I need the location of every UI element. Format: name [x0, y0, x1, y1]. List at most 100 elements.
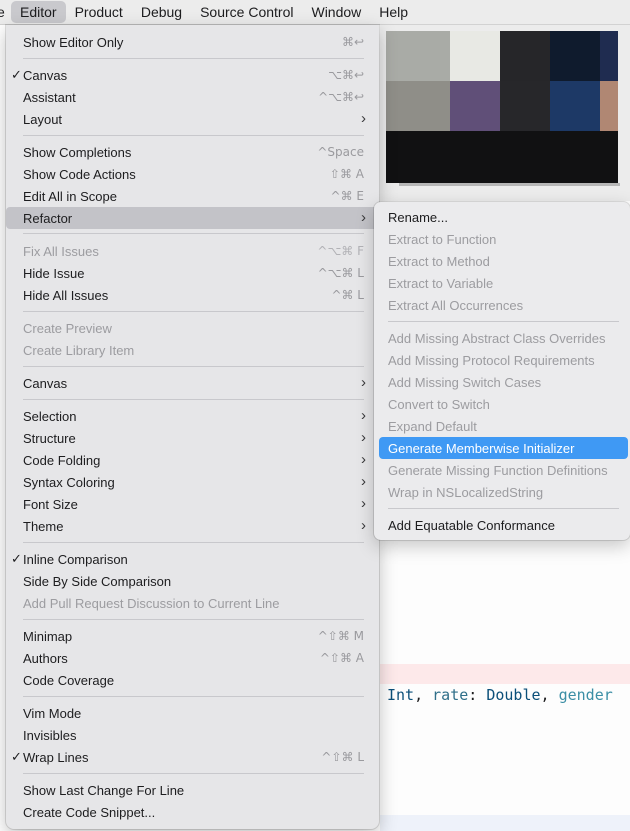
- submenu-item-convert-to-switch[interactable]: Convert to Switch: [379, 393, 628, 415]
- menu-item-shortcut: ⌘↩: [341, 35, 364, 49]
- menu-item-label: Authors: [23, 651, 68, 666]
- menu-item-create-preview[interactable]: Create Preview: [11, 317, 374, 339]
- menu-item-wrap-lines[interactable]: ✓ Wrap Lines ^⇧⌘ L: [11, 746, 374, 768]
- menu-item-label: Generate Memberwise Initializer: [388, 441, 575, 456]
- menu-item-label: Create Preview: [23, 321, 112, 336]
- submenu-item-add-missing-protocol-requirements[interactable]: Add Missing Protocol Requirements: [379, 349, 628, 371]
- menu-item-label: Extract All Occurrences: [388, 298, 524, 313]
- menubar-item-debug[interactable]: Debug: [132, 1, 191, 23]
- menu-item-create-code-snippet[interactable]: Create Code Snippet...: [11, 801, 374, 823]
- menu-separator: [23, 773, 364, 774]
- menu-item-inline-comparison[interactable]: ✓ Inline Comparison: [11, 548, 374, 570]
- menu-item-label: Add Missing Protocol Requirements: [388, 353, 595, 368]
- menu-item-selection[interactable]: Selection ›: [11, 405, 374, 427]
- menu-item-label: Code Folding: [23, 453, 101, 468]
- menu-item-label: Generate Missing Function Definitions: [388, 463, 608, 478]
- code-punct: ,: [414, 686, 433, 704]
- menu-item-label: Inline Comparison: [23, 552, 128, 567]
- menu-item-label: Refactor: [23, 211, 73, 226]
- submenu-item-extract-to-function[interactable]: Extract to Function: [379, 228, 628, 250]
- menu-item-structure[interactable]: Structure ›: [11, 427, 374, 449]
- menu-item-label: Side By Side Comparison: [23, 574, 172, 589]
- code-punct: :: [468, 686, 487, 704]
- menu-item-label: Show Editor Only: [23, 35, 124, 50]
- menu-item-canvas-submenu[interactable]: Canvas ›: [11, 372, 374, 394]
- code-punct: ,: [540, 686, 559, 704]
- menu-item-label: Convert to Switch: [388, 397, 490, 412]
- menu-item-minimap[interactable]: Minimap ^⇧⌘ M: [11, 625, 374, 647]
- menubar-item-source-control[interactable]: Source Control: [191, 1, 302, 23]
- menu-bar: e Editor Product Debug Source Control Wi…: [0, 0, 630, 25]
- chevron-right-icon: ›: [361, 495, 366, 512]
- menubar-item-window[interactable]: Window: [302, 1, 370, 23]
- submenu-item-add-equatable-conformance[interactable]: Add Equatable Conformance: [379, 514, 628, 536]
- menu-item-create-library-item[interactable]: Create Library Item: [11, 339, 374, 361]
- menu-item-authors[interactable]: Authors ^⇧⌘ A: [11, 647, 374, 669]
- submenu-item-expand-default[interactable]: Expand Default: [379, 415, 628, 437]
- menu-item-invisibles[interactable]: Invisibles: [11, 724, 374, 746]
- menu-item-label: Show Completions: [23, 145, 132, 160]
- menubar-item-file[interactable]: e: [0, 1, 9, 23]
- menu-item-shortcut: ⇧⌘ A: [329, 167, 364, 181]
- menu-item-show-last-change[interactable]: Show Last Change For Line: [11, 779, 374, 801]
- menu-item-add-pull-request-discussion[interactable]: Add Pull Request Discussion to Current L…: [11, 592, 374, 614]
- menu-item-label: Extract to Function: [388, 232, 497, 247]
- chevron-right-icon: ›: [361, 451, 366, 468]
- editor-menu: Show Editor Only ⌘↩ ✓ Canvas ⌥⌘↩ Assista…: [6, 25, 379, 829]
- submenu-item-extract-to-method[interactable]: Extract to Method: [379, 250, 628, 272]
- submenu-item-add-missing-switch-cases[interactable]: Add Missing Switch Cases: [379, 371, 628, 393]
- menu-item-code-coverage[interactable]: Code Coverage: [11, 669, 374, 691]
- menu-item-shortcut: ^⇧⌘ A: [319, 651, 364, 665]
- menu-item-label: Wrap Lines: [23, 750, 89, 765]
- menu-item-shortcut: ^⇧⌘ L: [321, 750, 364, 764]
- menu-item-show-code-actions[interactable]: Show Code Actions ⇧⌘ A: [11, 163, 374, 185]
- menu-item-label: Minimap: [23, 629, 73, 644]
- menu-item-vim-mode[interactable]: Vim Mode: [11, 702, 374, 724]
- menu-item-canvas-toggle[interactable]: ✓ Canvas ⌥⌘↩: [11, 64, 374, 86]
- menu-separator: [23, 233, 364, 234]
- code-line[interactable]: Int, rate: Double, gender: [387, 686, 613, 704]
- menu-item-show-editor-only[interactable]: Show Editor Only ⌘↩: [11, 31, 374, 53]
- menu-item-hide-issue[interactable]: Hide Issue ^⌥⌘ L: [11, 262, 374, 284]
- menu-item-label: Wrap in NSLocalizedString: [388, 485, 544, 500]
- submenu-item-generate-memberwise-initializer[interactable]: Generate Memberwise Initializer: [379, 437, 628, 459]
- chevron-right-icon: ›: [361, 429, 366, 446]
- menu-item-label: Create Code Snippet...: [23, 805, 156, 820]
- menubar-item-editor[interactable]: Editor: [11, 1, 66, 23]
- menu-item-label: Assistant: [23, 90, 76, 105]
- menu-item-label: Layout: [23, 112, 63, 127]
- menu-item-refactor[interactable]: Refactor ›: [6, 207, 379, 229]
- menu-item-assistant[interactable]: Assistant ^⌥⌘↩: [11, 86, 374, 108]
- menu-item-shortcut: ^⌥⌘ F: [317, 244, 364, 258]
- submenu-item-add-missing-abstract-overrides[interactable]: Add Missing Abstract Class Overrides: [379, 327, 628, 349]
- checkmark-icon: ✓: [11, 67, 22, 82]
- menu-item-edit-all-in-scope[interactable]: Edit All in Scope ^⌘ E: [11, 185, 374, 207]
- menu-item-layout[interactable]: Layout ›: [11, 108, 374, 130]
- submenu-item-generate-missing-function-definitions[interactable]: Generate Missing Function Definitions: [379, 459, 628, 481]
- submenu-item-rename[interactable]: Rename...: [379, 206, 628, 228]
- menu-separator: [388, 321, 619, 322]
- menu-item-label: Hide Issue: [23, 266, 85, 281]
- menu-item-code-folding[interactable]: Code Folding ›: [11, 449, 374, 471]
- submenu-item-extract-all-occurrences[interactable]: Extract All Occurrences: [379, 294, 628, 316]
- menu-item-theme[interactable]: Theme ›: [11, 515, 374, 537]
- menubar-item-help[interactable]: Help: [370, 1, 417, 23]
- menu-item-syntax-coloring[interactable]: Syntax Coloring ›: [11, 471, 374, 493]
- menu-item-fix-all-issues[interactable]: Fix All Issues ^⌥⌘ F: [11, 240, 374, 262]
- menu-item-label: Font Size: [23, 497, 78, 512]
- menubar-item-product[interactable]: Product: [66, 1, 132, 23]
- menu-item-shortcut: ^⌥⌘ L: [317, 266, 364, 280]
- menu-item-label: Add Missing Abstract Class Overrides: [388, 331, 606, 346]
- menu-separator: [23, 619, 364, 620]
- chevron-right-icon: ›: [361, 209, 366, 226]
- menu-item-label: Canvas: [23, 68, 68, 83]
- menu-item-label: Vim Mode: [23, 706, 82, 721]
- menu-item-hide-all-issues[interactable]: Hide All Issues ^⌘ L: [11, 284, 374, 306]
- submenu-item-wrap-in-nslocalizedstring[interactable]: Wrap in NSLocalizedString: [379, 481, 628, 503]
- menu-item-side-by-side-comparison[interactable]: Side By Side Comparison: [11, 570, 374, 592]
- menu-separator: [23, 311, 364, 312]
- submenu-item-extract-to-variable[interactable]: Extract to Variable: [379, 272, 628, 294]
- menu-item-label: Hide All Issues: [23, 288, 109, 303]
- menu-item-show-completions[interactable]: Show Completions ^Space: [11, 141, 374, 163]
- menu-item-font-size[interactable]: Font Size ›: [11, 493, 374, 515]
